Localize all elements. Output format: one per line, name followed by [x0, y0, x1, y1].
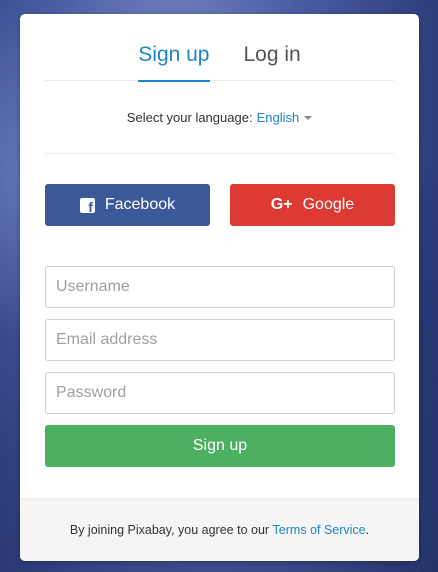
signup-card: Sign up Log in Select your language: Eng…: [20, 14, 419, 561]
language-label: Select your language:: [126, 110, 253, 125]
username-input[interactable]: [45, 266, 395, 308]
terms-of-service-link[interactable]: Terms of Service: [273, 523, 366, 537]
google-button[interactable]: G+ Google: [230, 184, 395, 226]
language-select[interactable]: English: [257, 110, 313, 125]
facebook-label: Facebook: [104, 196, 176, 213]
tab-log-in[interactable]: Log in: [244, 14, 301, 81]
sign-up-button[interactable]: Sign up: [45, 425, 395, 467]
chevron-down-icon: [304, 115, 313, 120]
google-plus-icon: G+: [270, 196, 293, 213]
tab-sign-up[interactable]: Sign up: [138, 14, 210, 82]
password-input[interactable]: [45, 372, 395, 414]
footer: By joining Pixabay, you agree to our Ter…: [20, 498, 419, 561]
language-value: English: [256, 110, 300, 125]
email-input[interactable]: [45, 319, 395, 361]
facebook-button[interactable]: Facebook: [45, 184, 210, 226]
social-login: Facebook G+ Google: [45, 184, 395, 226]
footer-text: By joining Pixabay, you agree to our Ter…: [70, 523, 369, 537]
google-label: Google: [302, 196, 355, 213]
language-row: Select your language: English: [45, 82, 394, 154]
facebook-icon: [79, 197, 95, 215]
footer-suffix: .: [365, 523, 370, 537]
auth-tabs: Sign up Log in: [45, 14, 394, 82]
footer-prefix: By joining Pixabay, you agree to our: [69, 523, 270, 537]
